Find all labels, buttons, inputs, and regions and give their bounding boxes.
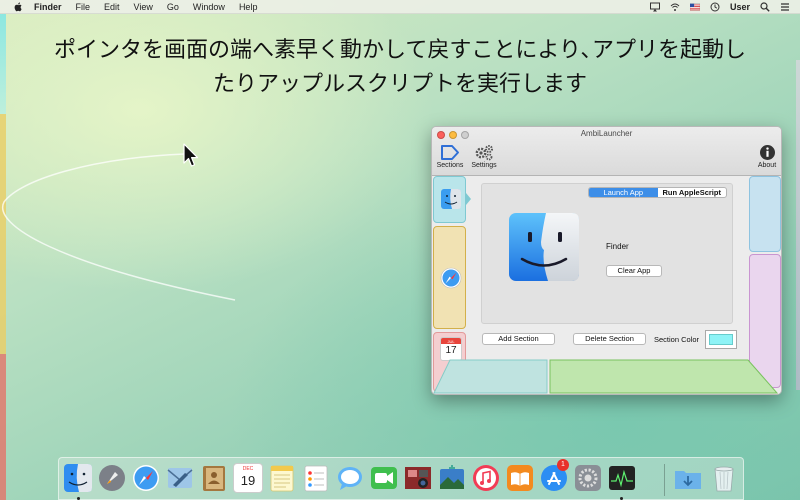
notes-icon[interactable] xyxy=(267,463,297,493)
settings-label: Settings xyxy=(471,162,497,169)
menu-help[interactable]: Help xyxy=(239,2,258,12)
settings-toolbar-button[interactable]: Settings xyxy=(467,144,501,169)
window-content: JUL 17 Launch App Run AppleScript Finder… xyxy=(432,176,781,394)
system-preferences-icon[interactable] xyxy=(573,463,603,493)
menu-file[interactable]: File xyxy=(76,2,91,12)
section-calendar-day: 17 xyxy=(445,345,457,356)
itunes-icon[interactable] xyxy=(471,463,501,493)
app-store-icon[interactable]: 1 xyxy=(539,459,569,493)
messages-icon[interactable] xyxy=(335,463,365,493)
sections-icon xyxy=(441,145,459,160)
wallpaper-swoosh xyxy=(1,153,236,301)
clear-app-button[interactable]: Clear App xyxy=(606,265,662,277)
photo-booth-icon[interactable] xyxy=(403,463,433,493)
add-section-button[interactable]: Add Section xyxy=(482,333,555,345)
trash-icon[interactable] xyxy=(709,463,739,493)
menu-bar: Finder File Edit View Go Window Help Use… xyxy=(0,0,800,14)
feature-caption: ポインタを画面の端へ素早く動かして戻すことにより､アプリを起動し たりアップルス… xyxy=(0,34,800,102)
window-titlebar[interactable]: AmbiLauncher Sections Settings About xyxy=(432,127,781,176)
selected-app-finder-icon xyxy=(509,213,579,281)
section-tab-finder[interactable] xyxy=(433,176,466,223)
section-settings-panel: Launch App Run AppleScript Finder Clear … xyxy=(481,183,733,324)
sections-toolbar-button[interactable]: Sections xyxy=(433,144,467,169)
finder-icon xyxy=(441,189,461,209)
selected-app-name: Finder xyxy=(606,242,629,251)
flag-icon[interactable] xyxy=(689,2,700,12)
about-label: About xyxy=(757,162,777,169)
sections-label: Sections xyxy=(436,162,464,169)
downloads-folder-icon[interactable] xyxy=(673,463,703,493)
launchpad-icon[interactable] xyxy=(97,463,127,493)
safari-icon[interactable] xyxy=(131,463,161,493)
bottom-sections xyxy=(433,359,779,394)
gears-icon xyxy=(475,145,493,161)
wifi-icon[interactable] xyxy=(670,2,680,12)
ambilauncher-window: AmbiLauncher Sections Settings About JUL… xyxy=(431,126,782,395)
list-icon[interactable] xyxy=(780,2,790,12)
calendar-icon: JUL 17 xyxy=(440,337,462,361)
airplay-icon[interactable] xyxy=(649,2,660,12)
menu-window[interactable]: Window xyxy=(193,2,225,12)
search-icon[interactable] xyxy=(760,2,770,12)
menu-extras: User xyxy=(649,0,800,14)
window-title: AmbiLauncher xyxy=(580,129,633,138)
menu-app-name[interactable]: Finder xyxy=(34,2,62,12)
dock: DEC 19 1 xyxy=(58,457,744,500)
about-toolbar-button[interactable]: About xyxy=(750,144,781,169)
section-right-top[interactable] xyxy=(749,176,781,252)
mouse-cursor-icon xyxy=(183,143,199,167)
section-tab-safari[interactable] xyxy=(433,226,466,329)
right-edge-section xyxy=(796,60,800,390)
segment-launch-app[interactable]: Launch App xyxy=(589,188,658,197)
delete-section-button[interactable]: Delete Section xyxy=(573,333,646,345)
mail-icon[interactable] xyxy=(165,463,195,493)
calendar-icon[interactable]: DEC 19 xyxy=(233,463,263,493)
menu-edit[interactable]: Edit xyxy=(104,2,120,12)
caption-line-1: ポインタを画面の端へ素早く動かして戻すことにより､アプリを起動し xyxy=(54,38,746,63)
time-machine-icon[interactable] xyxy=(710,2,720,12)
facetime-icon[interactable] xyxy=(369,463,399,493)
user-menu[interactable]: User xyxy=(730,2,750,12)
finder-icon[interactable] xyxy=(63,463,93,493)
section-bottom-right[interactable] xyxy=(549,359,779,394)
safari-icon xyxy=(440,267,462,289)
ibooks-icon[interactable] xyxy=(505,463,535,493)
menu-go[interactable]: Go xyxy=(167,2,179,12)
dock-calendar-day: 19 xyxy=(240,473,256,488)
section-color-swatch xyxy=(709,334,733,345)
section-color-label: Section Color xyxy=(654,335,700,344)
app-store-badge: 1 xyxy=(557,459,569,471)
activity-monitor-icon[interactable] xyxy=(607,463,637,493)
section-bottom-left[interactable] xyxy=(433,359,548,394)
segment-run-applescript[interactable]: Run AppleScript xyxy=(658,188,727,197)
left-edge-section-yellow xyxy=(0,114,6,354)
apple-icon[interactable] xyxy=(12,1,24,12)
section-calendar-month: JUL xyxy=(447,339,455,344)
section-color-well[interactable] xyxy=(705,330,737,349)
reminders-icon[interactable] xyxy=(301,463,331,493)
action-type-segmented-control[interactable]: Launch App Run AppleScript xyxy=(588,187,727,198)
info-icon xyxy=(759,145,775,160)
caption-line-2: たりアップルスクリプトを実行します xyxy=(212,72,587,97)
selected-section-indicator xyxy=(466,193,471,205)
menu-view[interactable]: View xyxy=(134,2,153,12)
left-edge-section-red xyxy=(0,354,6,500)
dock-calendar-month: DEC xyxy=(242,466,254,472)
contacts-icon[interactable] xyxy=(199,463,229,493)
dock-separator xyxy=(664,464,665,496)
iphoto-icon[interactable] xyxy=(437,463,467,493)
